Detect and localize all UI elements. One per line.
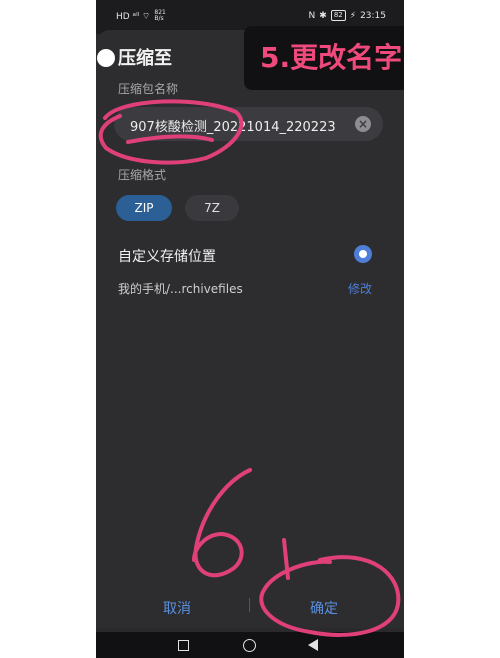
format-chip-zip[interactable]: ZIP (116, 195, 172, 221)
status-right: N ✱ 82 ⚡ 23:15 (309, 10, 386, 21)
step-callout-text: 5.更改名字 (260, 41, 403, 74)
battery-icon: 82 (330, 10, 346, 21)
archive-name-input[interactable]: 907核酸检测_20221014_220223 × (114, 107, 383, 141)
confirm-button[interactable]: 确定 (310, 598, 338, 618)
phone-screen: HD ᵃˡˡ ⌔ 821 B/s N ✱ 82 ⚡ 23:15 压缩至 压缩包名… (96, 0, 404, 658)
format-label: 压缩格式 (118, 168, 167, 182)
triangle-back-icon[interactable] (308, 639, 318, 651)
status-time: 23:15 (360, 10, 386, 21)
custom-location-title: 自定义存储位置 (118, 249, 216, 265)
archive-name-value[interactable]: 907核酸检测_20221014_220223 (130, 116, 336, 135)
step-callout: 5.更改名字 (244, 26, 404, 90)
status-left: HD ᵃˡˡ ⌔ 821 B/s (116, 10, 166, 22)
navigation-bar (96, 632, 404, 658)
storage-path: 我的手机/...rchivefiles (118, 282, 243, 296)
annotation-dot (97, 49, 115, 67)
signal-wifi-icon: HD ᵃˡˡ ⌔ (116, 11, 151, 22)
modify-path-button[interactable]: 修改 (348, 280, 372, 297)
format-chip-7z[interactable]: 7Z (185, 195, 239, 221)
cancel-button[interactable]: 取消 (163, 598, 191, 618)
bluetooth-icon: ✱ (319, 10, 327, 21)
circle-icon[interactable] (243, 639, 256, 652)
square-icon[interactable] (178, 640, 189, 651)
network-speed: 821 B/s (154, 10, 165, 22)
network-speed-unit: B/s (154, 15, 164, 22)
clear-icon[interactable]: × (355, 116, 371, 132)
custom-location-radio[interactable] (354, 245, 372, 263)
nfc-icon: N (308, 10, 316, 21)
dialog-title: 压缩至 (118, 48, 172, 69)
footer-divider (249, 598, 250, 612)
charging-icon: ⚡ (349, 10, 357, 21)
archive-name-label: 压缩包名称 (118, 82, 179, 96)
